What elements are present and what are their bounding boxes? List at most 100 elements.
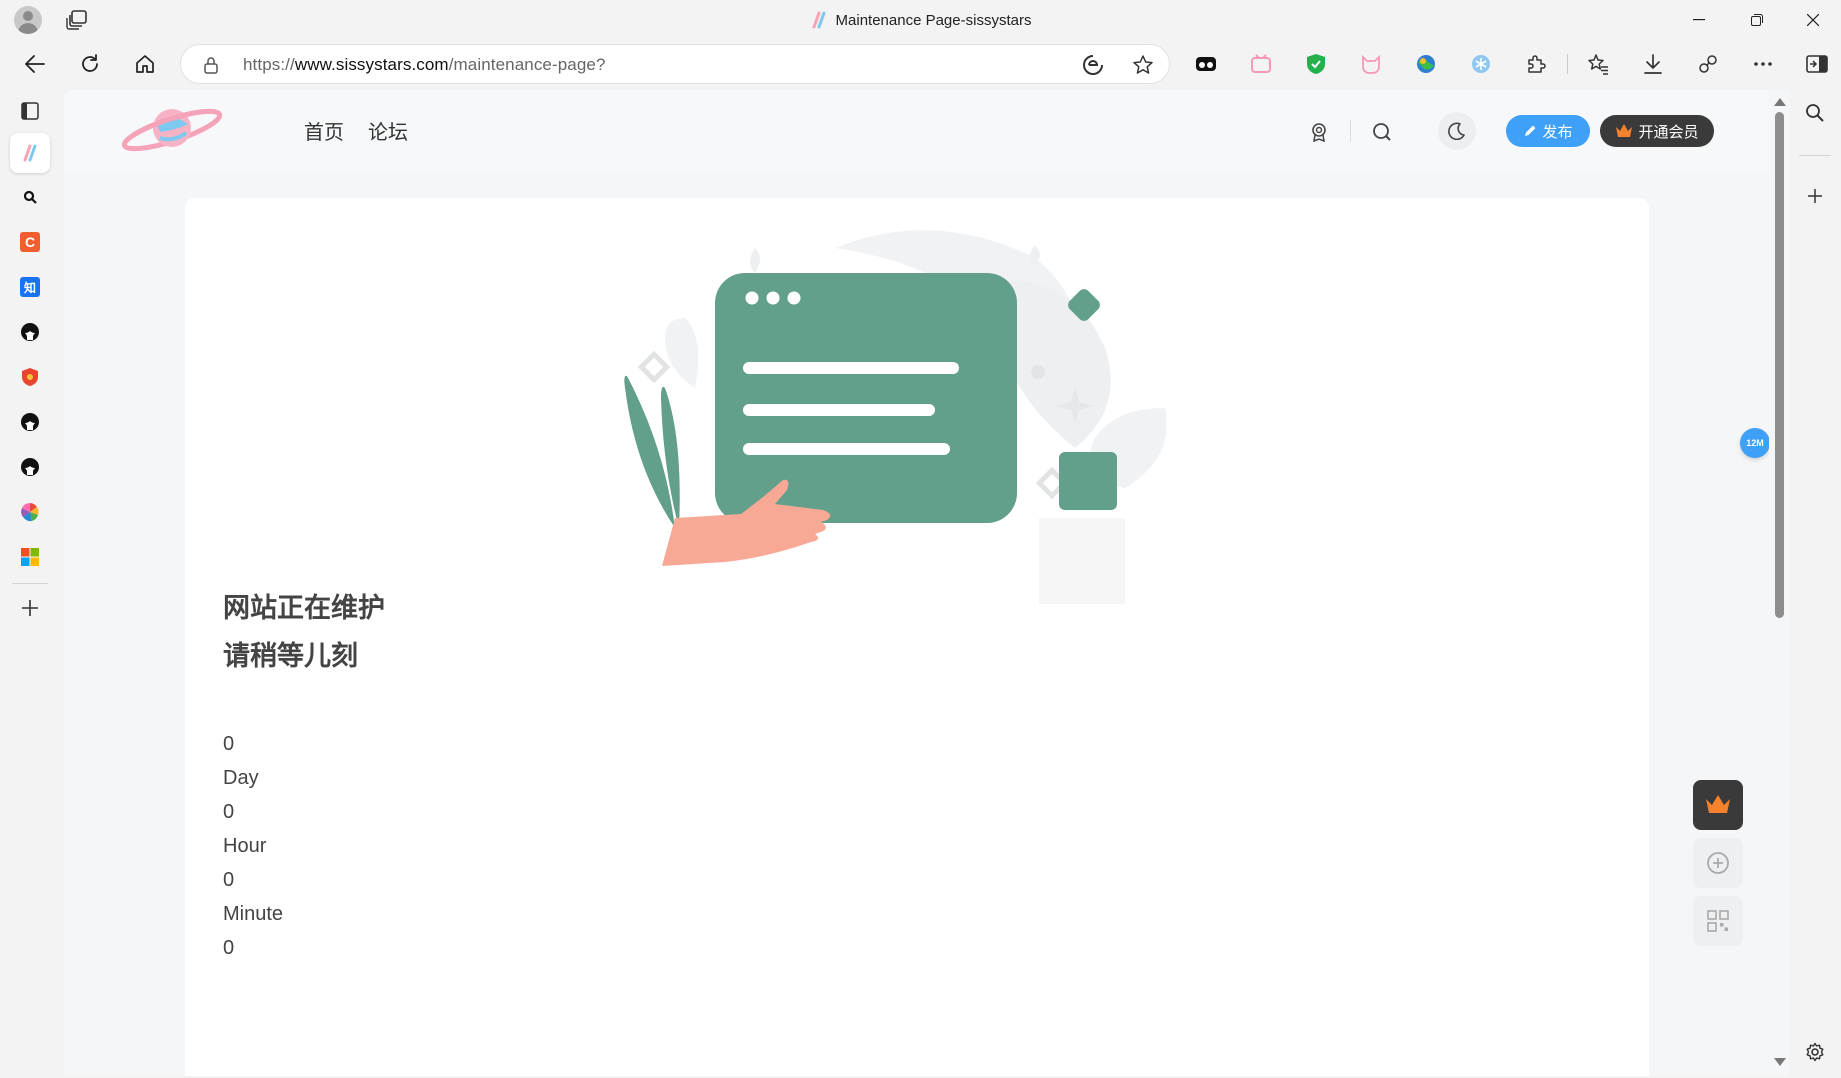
- sissystars-favicon-icon: [23, 144, 37, 162]
- maintenance-card: 网站正在维护 请稍等儿刻 0 Day 0 Hour 0 Minute 0: [185, 198, 1649, 1076]
- achievement-button[interactable]: [1301, 114, 1337, 150]
- restore-icon: [1751, 14, 1763, 26]
- tab-github-3[interactable]: [10, 447, 50, 487]
- countdown-minutes-value: 0: [223, 869, 235, 891]
- close-button[interactable]: [1784, 0, 1841, 40]
- nav-home[interactable]: 首页: [304, 116, 344, 145]
- extension-shield-icon[interactable]: [1304, 52, 1328, 76]
- svg-text:知: 知: [23, 280, 36, 295]
- new-tab-button[interactable]: [10, 588, 50, 628]
- downloads-icon[interactable]: [1641, 52, 1665, 76]
- publish-button[interactable]: 发布: [1506, 115, 1590, 147]
- maintenance-subheading: 请稍等儿刻: [223, 641, 358, 671]
- extension-cat-icon[interactable]: [1359, 52, 1383, 76]
- site-favicon-icon: [812, 11, 826, 29]
- favorite-star-icon[interactable]: [1131, 53, 1155, 77]
- sidebar-search-button[interactable]: [1797, 95, 1833, 131]
- vip-button[interactable]: 开通会员: [1600, 115, 1714, 147]
- crown-icon: [1616, 124, 1633, 137]
- url-text[interactable]: https://www.sissystars.com/maintenance-p…: [243, 55, 606, 75]
- medal-icon: [1312, 123, 1326, 142]
- qrcode-icon: [1707, 910, 1729, 932]
- restore-button[interactable]: [1728, 0, 1786, 40]
- tab-actions-icon[interactable]: [66, 10, 88, 35]
- search-favicon-icon: [23, 190, 37, 204]
- url-host: www.sissystars.com: [294, 55, 449, 74]
- address-bar[interactable]: https://www.sissystars.com/maintenance-p…: [180, 44, 1170, 84]
- extension-dark-icon[interactable]: [1194, 52, 1218, 76]
- scroll-down-arrow-icon[interactable]: [1774, 1058, 1786, 1066]
- sidebar-settings-button[interactable]: [1797, 1034, 1833, 1070]
- minimize-button[interactable]: [1670, 0, 1728, 40]
- edge-sidebar-divider: [1799, 155, 1831, 156]
- vertical-tab-bar: C 知: [0, 88, 60, 1078]
- microsoft-favicon-icon: [21, 548, 39, 566]
- github-favicon-icon: [21, 413, 39, 431]
- tab-shield[interactable]: [10, 357, 50, 397]
- tab-search[interactable]: [10, 177, 50, 217]
- favorites-icon[interactable]: [1586, 52, 1610, 76]
- tab-csdn[interactable]: C: [10, 222, 50, 262]
- extension-snowflake-icon[interactable]: [1469, 52, 1493, 76]
- sidebar-add-button[interactable]: [1797, 178, 1833, 214]
- refresh-button[interactable]: [72, 46, 108, 82]
- plus-circle-icon: [1707, 852, 1729, 874]
- countdown-hours-unit: Hour: [223, 835, 267, 857]
- tab-pinwheel[interactable]: [10, 492, 50, 532]
- url-path: /maintenance-page?: [448, 55, 606, 74]
- site-search-button[interactable]: [1364, 114, 1400, 150]
- extensions-icon[interactable]: [1524, 52, 1548, 76]
- tab-zhihu[interactable]: 知: [10, 267, 50, 307]
- countdown-seconds-value: 0: [223, 937, 235, 959]
- back-arrow-icon: [25, 55, 45, 73]
- pinwheel-favicon-icon: [21, 503, 39, 522]
- home-icon: [136, 55, 154, 73]
- close-icon: [1807, 14, 1819, 26]
- zhihu-favicon-icon: 知: [20, 277, 40, 297]
- scroll-up-arrow-icon[interactable]: [1774, 98, 1786, 106]
- page-scrollbar[interactable]: [1769, 90, 1789, 1076]
- edge-sidebar: [1789, 88, 1841, 1078]
- extension-bilibili-icon[interactable]: [1249, 52, 1273, 76]
- vertical-tabs-icon[interactable]: [10, 91, 50, 131]
- float-vip-button[interactable]: [1693, 780, 1743, 830]
- search-icon: [1806, 104, 1824, 122]
- copilot-icon[interactable]: [1696, 52, 1720, 76]
- scrollbar-thumb[interactable]: [1775, 112, 1784, 618]
- countdown-days-unit: Day: [223, 767, 259, 789]
- tab-sissystars[interactable]: [10, 133, 50, 173]
- maintenance-illustration: [624, 230, 1167, 604]
- browser-toolbar: https://www.sissystars.com/maintenance-p…: [0, 40, 1841, 88]
- more-icon[interactable]: [1751, 52, 1775, 76]
- window-title: Maintenance Page-sissystars: [835, 11, 1032, 29]
- site-logo[interactable]: [116, 100, 226, 160]
- tab-github-2[interactable]: [10, 402, 50, 442]
- csdn-favicon-icon: C: [20, 232, 40, 252]
- profile-avatar[interactable]: [14, 6, 42, 34]
- countdown-minutes-unit: Minute: [223, 903, 284, 925]
- add-icon: [1808, 189, 1822, 203]
- moon-icon: [1448, 122, 1465, 140]
- sidebar-toggle-icon[interactable]: [1805, 52, 1829, 76]
- extension-globe-icon[interactable]: [1414, 52, 1438, 76]
- maintenance-heading: 网站正在维护: [223, 593, 385, 623]
- add-tab-icon: [22, 600, 38, 616]
- gear-icon: [1806, 1042, 1824, 1062]
- back-button[interactable]: [17, 46, 53, 82]
- home-button[interactable]: [127, 46, 163, 82]
- tab-github[interactable]: [10, 312, 50, 352]
- nav-forum[interactable]: 论坛: [368, 116, 408, 145]
- float-qrcode-button[interactable]: [1693, 896, 1743, 946]
- site-info-icon[interactable]: [203, 56, 219, 79]
- read-aloud-icon[interactable]: [1081, 53, 1105, 77]
- dark-mode-toggle[interactable]: [1438, 112, 1476, 150]
- tab-microsoft[interactable]: [10, 537, 50, 577]
- shield-favicon-icon: [22, 368, 38, 386]
- search-icon: [1373, 123, 1391, 141]
- page-viewport: 首页 论坛 发布 开通会员 网站正在维护 请稍等儿刻 0 Day 0 Hour …: [64, 90, 1789, 1076]
- publish-label: 发布: [1542, 123, 1573, 141]
- float-add-button[interactable]: [1693, 838, 1743, 888]
- svg-text:C: C: [25, 234, 35, 250]
- float-status-badge[interactable]: 12M: [1740, 428, 1770, 458]
- site-header: 首页 论坛 发布 开通会员: [64, 90, 1769, 172]
